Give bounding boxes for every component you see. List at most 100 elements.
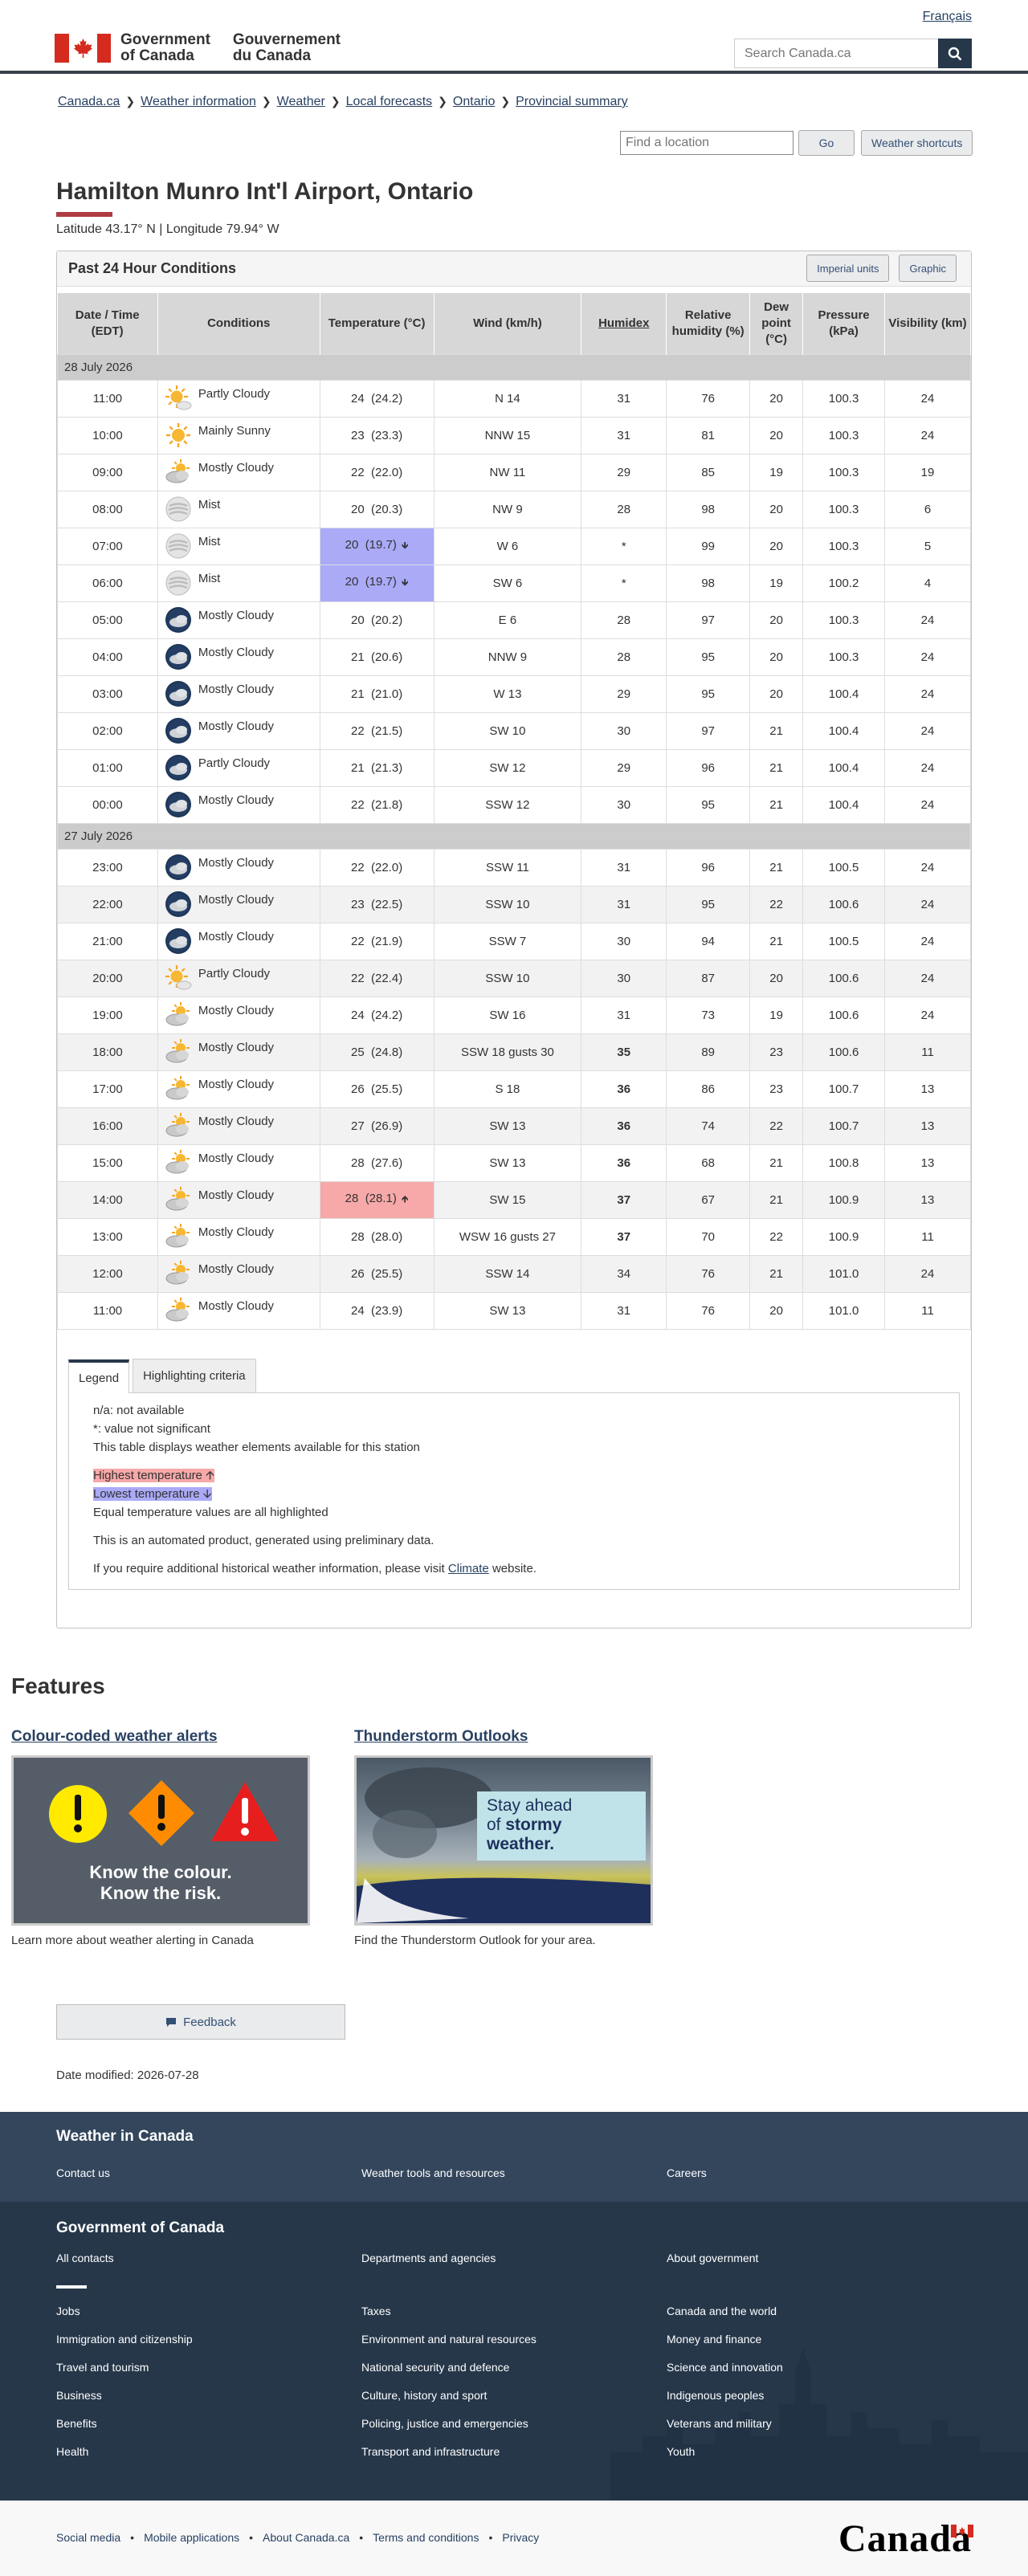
legend-historical: If you require additional historical wea…	[93, 1562, 536, 1575]
footer-gov-link[interactable]: Youth	[667, 2445, 695, 2458]
breadcrumb-link[interactable]: Canada.ca	[58, 95, 120, 109]
pressure-cell: 101.0	[802, 1291, 886, 1330]
footer-gov-link[interactable]: Travel and tourism	[56, 2361, 149, 2374]
footer-gov-link[interactable]: Business	[56, 2389, 102, 2402]
footer-gov-link[interactable]: Benefits	[56, 2417, 97, 2430]
humidity-cell: 95	[666, 885, 751, 923]
night-cloudy-icon	[165, 854, 191, 880]
temperature-cell: 20 (19.7) 🡻	[319, 564, 434, 602]
humidex-cell: 31	[581, 416, 667, 454]
breadcrumb-link[interactable]: Weather information	[141, 95, 256, 109]
humidity-cell: 76	[666, 1291, 751, 1330]
wind-cell: N 14	[433, 379, 582, 418]
footer-gov-link[interactable]: Environment and natural resources	[361, 2333, 536, 2346]
language-toggle-link[interactable]: Français	[923, 10, 972, 24]
thunderstorm-image[interactable]: Stay ahead of stormy weather.	[354, 1755, 653, 1926]
footer-contact-us[interactable]: Contact us	[56, 2166, 110, 2179]
arrow-down-icon: 🡻	[401, 576, 409, 588]
column-header: Wind (km/h)	[434, 293, 582, 354]
climate-link[interactable]: Climate	[448, 1562, 489, 1575]
weather-shortcuts-button[interactable]: Weather shortcuts	[861, 130, 973, 156]
bottom-footer-link[interactable]: About Canada.ca	[263, 2531, 349, 2544]
breadcrumb-link[interactable]: Ontario	[453, 95, 495, 109]
footer-gov-link[interactable]: Policing, justice and emergencies	[361, 2417, 528, 2430]
feature-thunderstorm: Thunderstorm Outlooks Stay ahead of stor…	[354, 1728, 659, 1947]
search-input[interactable]	[734, 39, 938, 68]
bottom-footer-link[interactable]: Mobile applications	[144, 2531, 239, 2544]
temperature-cell: 25 (24.8)	[319, 1033, 434, 1071]
conditions-cell: Mostly Cloudy	[157, 922, 320, 960]
feedback-button[interactable]: Feedback	[56, 2004, 345, 2040]
footer-gov-link[interactable]: Indigenous peoples	[667, 2389, 764, 2402]
tab-legend[interactable]: Legend	[68, 1359, 130, 1393]
footer-gov-link[interactable]: Culture, history and sport	[361, 2389, 487, 2402]
footer-gov-link[interactable]: National security and defence	[361, 2361, 509, 2374]
footer-weather-tools[interactable]: Weather tools and resources	[361, 2166, 505, 2179]
time-cell: 09:00	[57, 453, 158, 491]
temperature-cell: 28 (28.1) 🡹	[319, 1180, 434, 1219]
footer-all-contacts[interactable]: All contacts	[56, 2252, 114, 2264]
weather-alerts-image[interactable]: Know the colour. Know the risk.	[11, 1755, 310, 1926]
footer-departments[interactable]: Departments and agencies	[361, 2252, 496, 2264]
conditions-cell: Mostly Cloudy	[157, 885, 320, 923]
breadcrumb-link[interactable]: Provincial summary	[516, 95, 628, 109]
time-cell: 21:00	[57, 922, 158, 960]
footer-gov-link[interactable]: Veterans and military	[667, 2417, 772, 2430]
footer-careers[interactable]: Careers	[667, 2166, 707, 2179]
bottom-footer-link[interactable]: Privacy	[502, 2531, 539, 2544]
bottom-footer-link[interactable]: Social media	[56, 2531, 120, 2544]
breadcrumb-link[interactable]: Local forecasts	[346, 95, 433, 109]
humidity-cell: 96	[666, 748, 751, 787]
imperial-units-button[interactable]: Imperial units	[806, 255, 890, 282]
feature-weather-alerts-link[interactable]: Colour-coded weather alerts	[11, 1728, 218, 1745]
column-header[interactable]: Humidex	[581, 293, 667, 354]
footer-gov-link[interactable]: Transport and infrastructure	[361, 2445, 500, 2458]
breadcrumb-link[interactable]: Weather	[277, 95, 325, 109]
dewpoint-cell: 20	[749, 959, 804, 997]
pressure-cell: 100.4	[802, 785, 886, 824]
search-button[interactable]	[938, 39, 972, 68]
footer-gov-link[interactable]: Immigration and citizenship	[56, 2333, 193, 2346]
graphic-button[interactable]: Graphic	[899, 255, 957, 282]
location-search-input[interactable]	[620, 131, 793, 155]
footer-about-government[interactable]: About government	[667, 2252, 758, 2264]
temperature-cell: 22 (22.0)	[319, 453, 434, 491]
tab-highlighting-criteria[interactable]: Highlighting criteria	[133, 1359, 256, 1392]
table-row: 08:00 Mist 20 (20.3) NW 9 28 98 20 100.3 6	[57, 490, 971, 528]
feature-thunderstorm-link[interactable]: Thunderstorm Outlooks	[354, 1728, 528, 1745]
dewpoint-cell: 20	[749, 379, 804, 418]
conditions-cell: Partly Cloudy	[157, 959, 320, 997]
wind-cell: WSW 16 gusts 27	[433, 1217, 582, 1256]
visibility-cell: 13	[884, 1143, 971, 1182]
humidex-cell: 30	[581, 922, 667, 960]
footer-gov-link[interactable]: Taxes	[361, 2305, 391, 2317]
pressure-cell: 100.3	[802, 416, 886, 454]
pressure-cell: 100.6	[802, 959, 886, 997]
footer-gov-link[interactable]: Science and innovation	[667, 2361, 783, 2374]
footer-gov-link[interactable]: Jobs	[56, 2305, 80, 2317]
pressure-cell: 100.3	[802, 453, 886, 491]
conditions-cell: Mist	[157, 490, 320, 528]
bottom-footer-link[interactable]: Terms and conditions	[373, 2531, 479, 2544]
table-row: 22:00 Mostly Cloudy 23 (22.5) SSW 10 31 95 22 1…	[57, 885, 971, 923]
footer-gov-link[interactable]: Money and finance	[667, 2333, 761, 2346]
humidex-cell: 29	[581, 748, 667, 787]
conditions-cell: Mostly Cloudy	[157, 1180, 320, 1219]
wind-cell: SSW 7	[433, 922, 582, 960]
go-button[interactable]: Go	[798, 130, 855, 156]
pressure-cell: 100.3	[802, 379, 886, 418]
column-header: Relative humidity (%)	[666, 293, 751, 354]
table-row: 11:00 Partly Cloudy 24 (24.2) N 14 31 76 20 100…	[57, 379, 971, 418]
temperature-cell: 23 (22.5)	[319, 885, 434, 923]
bottom-links: Social media • Mobile applications • About C…	[56, 2531, 539, 2544]
conditions-cell: Mostly Cloudy	[157, 675, 320, 713]
footer-gov-link[interactable]: Health	[56, 2445, 88, 2458]
mostly-cloudy-icon	[165, 1224, 190, 1248]
wind-cell: NNW 9	[433, 638, 582, 676]
dewpoint-cell: 21	[749, 711, 804, 750]
footer-gov-link[interactable]: Canada and the world	[667, 2305, 777, 2317]
table-row: 02:00 Mostly Cloudy 22 (21.5) SW 10 30 97 21 10…	[57, 711, 971, 750]
gc-signature[interactable]: Government of Canada Gouvernement du Canad…	[55, 32, 363, 64]
table-row: 00:00 Mostly Cloudy 22 (21.8) SSW 12 30 95 21 1…	[57, 785, 971, 824]
pressure-cell: 100.9	[802, 1180, 886, 1219]
